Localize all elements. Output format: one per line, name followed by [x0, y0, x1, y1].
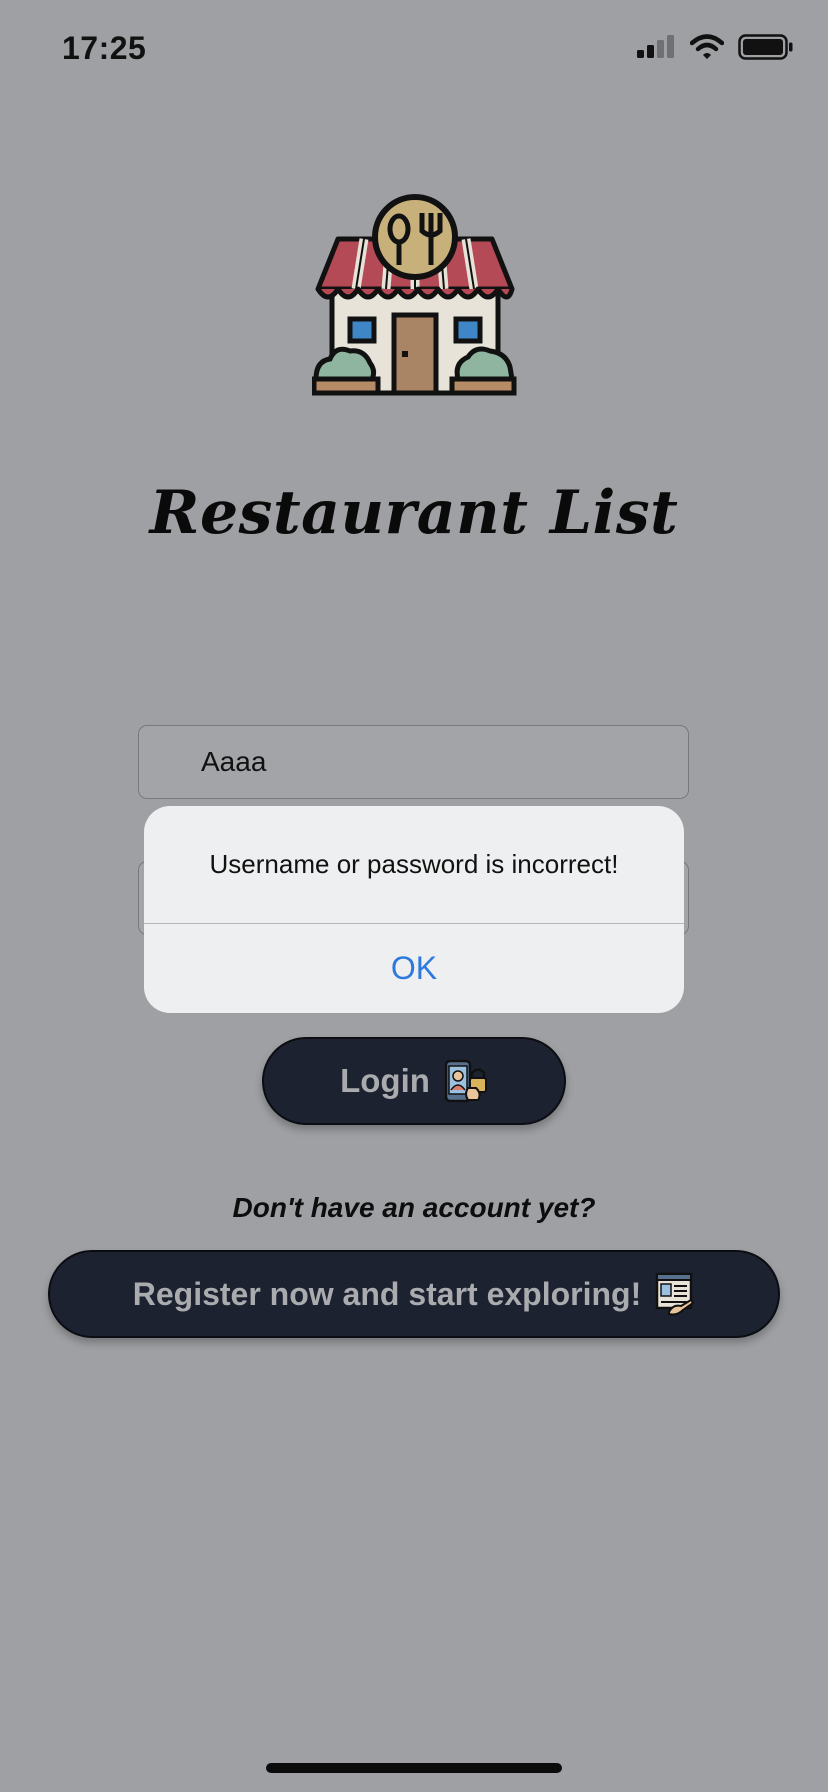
- home-indicator[interactable]: [266, 1763, 562, 1773]
- register-button-label: Register now and start exploring!: [132, 1275, 642, 1312]
- battery-icon: [738, 34, 793, 60]
- registration-form-icon: [656, 1272, 695, 1316]
- register-button[interactable]: Register now and start exploring!: [48, 1250, 780, 1338]
- login-button-label: Login: [340, 1062, 430, 1099]
- wifi-icon: [690, 34, 724, 59]
- status-icons: [636, 34, 794, 60]
- alert-ok-button[interactable]: OK: [144, 924, 684, 1013]
- signal-icon: [637, 35, 674, 58]
- login-button[interactable]: Login: [262, 1037, 566, 1125]
- status-time: 17:25: [62, 30, 147, 66]
- phone-lock-icon: [444, 1059, 487, 1103]
- app-title: Restaurant List: [149, 478, 679, 548]
- restaurant-storefront-icon: [312, 194, 517, 396]
- error-alert-dialog: Username or password is incorrect! OK: [144, 806, 684, 1013]
- register-prompt: Don't have an account yet?: [232, 1192, 596, 1223]
- alert-message: Username or password is incorrect!: [144, 806, 684, 924]
- username-field[interactable]: Aaaa: [138, 725, 689, 799]
- status-bar: 17:25: [0, 0, 828, 100]
